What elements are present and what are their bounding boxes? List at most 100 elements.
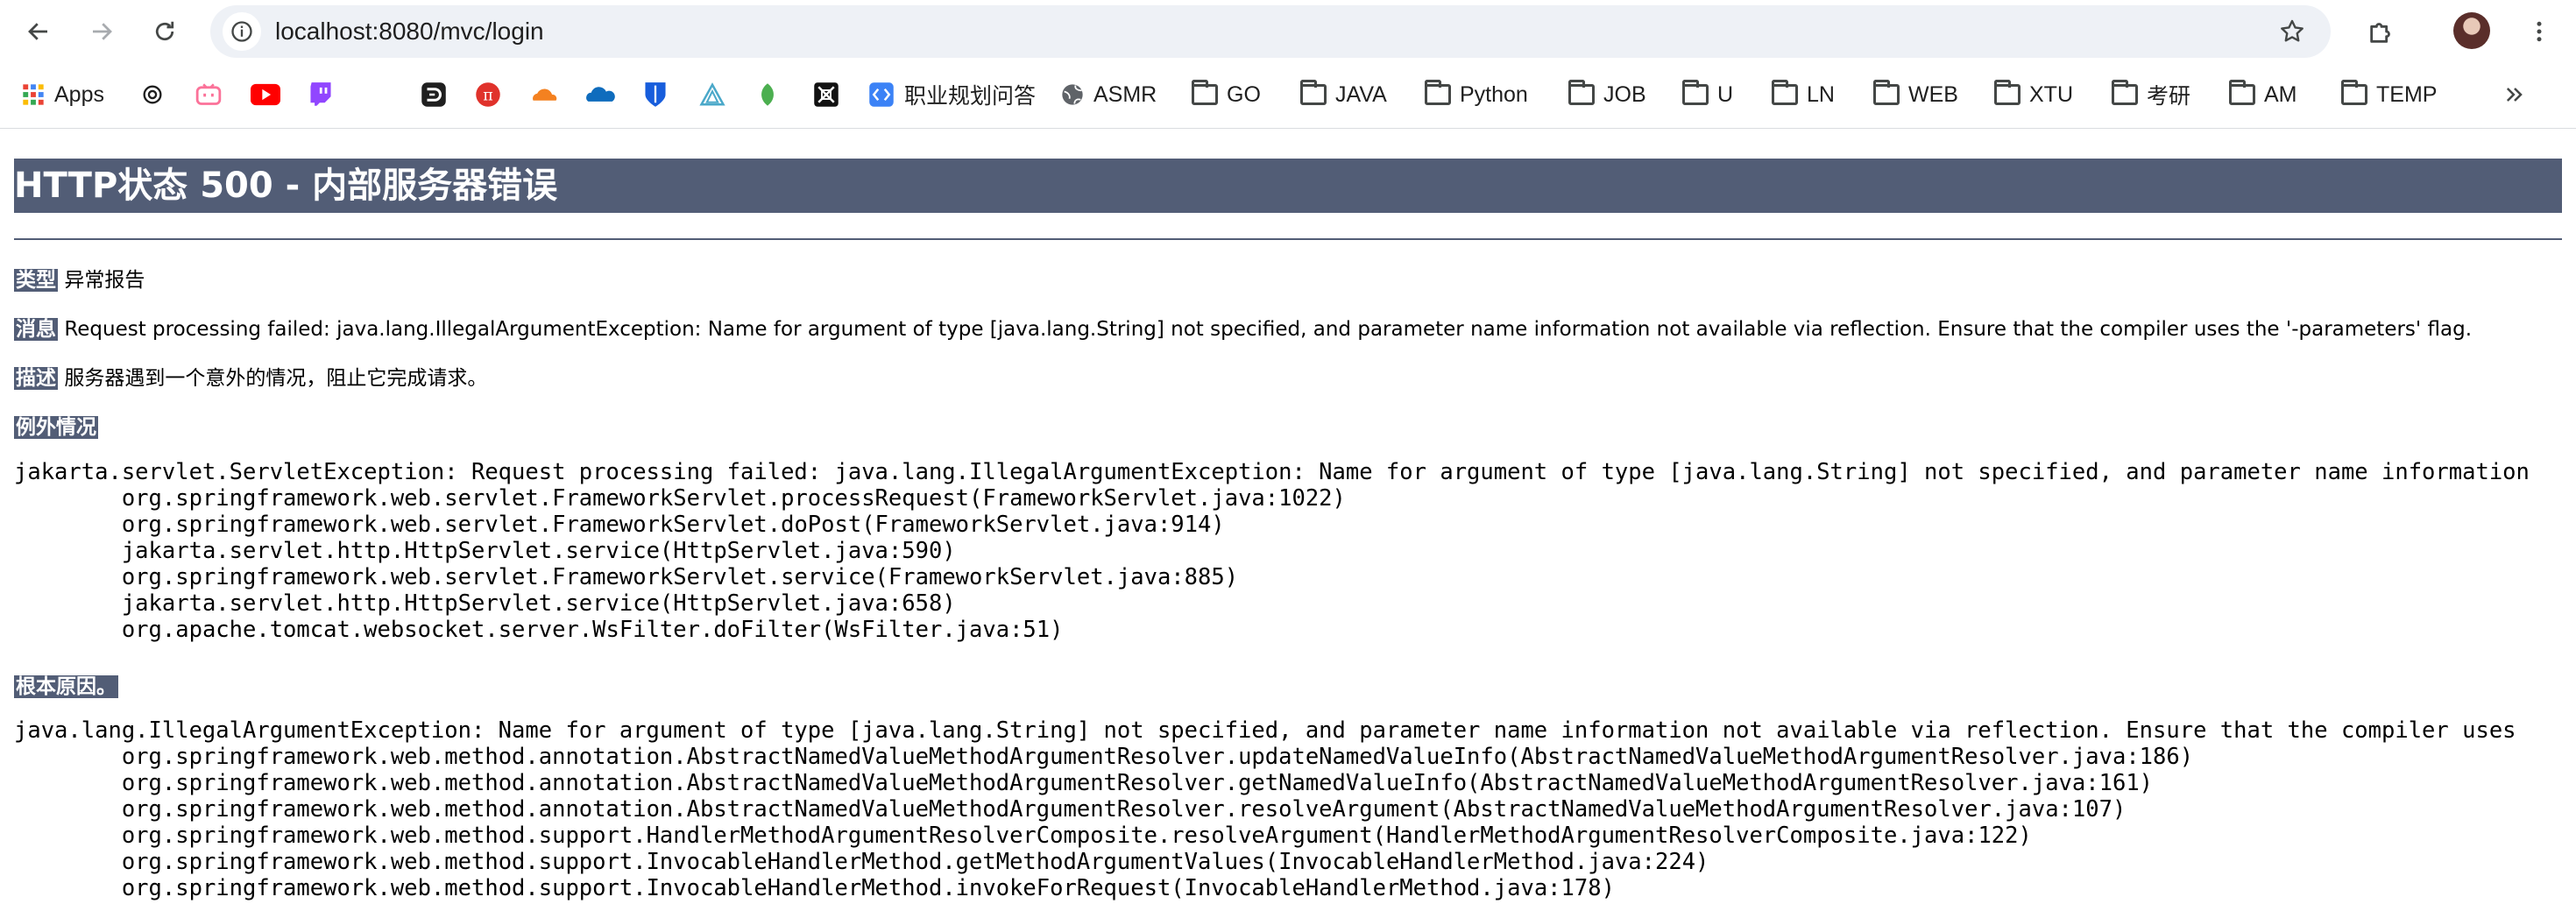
root-cause-stack-trace: java.lang.IllegalArgumentException: Name… (14, 717, 2516, 901)
folder-icon (1300, 80, 1327, 105)
bookmark-label: Python (1460, 81, 1528, 107)
dash-icon (421, 82, 446, 107)
grid-app-icon (814, 82, 839, 107)
profile-avatar[interactable] (2453, 12, 2490, 49)
folder-icon (1873, 80, 1900, 105)
bookmark-leaf[interactable] (755, 75, 780, 114)
bookmark-bitwarden[interactable] (643, 75, 668, 114)
bookmark-folder-kaoyan[interactable]: 考研 (2112, 75, 2190, 114)
double-chevron-right-icon (2506, 88, 2523, 102)
bookmark-label: JOB (1603, 81, 1646, 107)
folder-icon (2112, 80, 2138, 105)
star-icon (2281, 19, 2304, 42)
triangle-icon (699, 82, 725, 106)
address-bar[interactable]: localhost:8080/mvc/login (210, 5, 2331, 58)
bookmark-folder-xtu[interactable]: XTU (1994, 75, 2073, 114)
folder-icon (1568, 80, 1595, 105)
pi-icon: π (476, 82, 500, 107)
svg-text:π: π (483, 87, 493, 104)
more-vert-icon (2537, 21, 2542, 42)
chrome-menu-button[interactable] (2520, 12, 2558, 51)
bookmark-asmr[interactable]: ASMR (1060, 75, 1157, 114)
description-value: 服务器遇到一个意外的情况，阻止它完成请求。 (64, 367, 488, 390)
bookmark-folder-ln[interactable]: LN (1772, 75, 1835, 114)
divider (14, 238, 2562, 240)
forward-button[interactable] (82, 12, 121, 51)
bookmark-pi[interactable]: π (475, 75, 501, 114)
bookmark-label: LN (1807, 81, 1835, 107)
site-info-button[interactable] (223, 12, 261, 51)
reload-icon (155, 21, 174, 41)
bookmark-star-button[interactable] (2273, 12, 2311, 51)
back-button[interactable] (19, 12, 58, 51)
code-bracket-icon (869, 82, 894, 107)
exception-stack-trace: jakarta.servlet.ServletException: Reques… (14, 459, 2530, 643)
bilibili-icon (195, 83, 222, 105)
type-label: 类型 (14, 269, 58, 292)
info-icon (231, 21, 252, 42)
bookmark-grid-app[interactable] (813, 75, 839, 114)
bookmarks-bar: Apps π 职业规划问答 ASMR GO JAVA Python JOB U … (0, 63, 2576, 129)
bookmark-label: ASMR (1093, 81, 1157, 107)
folder-icon (1425, 80, 1451, 105)
globe-icon (1062, 84, 1083, 105)
reload-button[interactable] (145, 12, 184, 51)
bookmark-folder-temp[interactable]: TEMP (2341, 75, 2437, 114)
bookmark-folder-am[interactable]: AM (2229, 75, 2297, 114)
arrow-right-icon (93, 23, 112, 40)
bookmark-twitch[interactable] (308, 75, 333, 114)
extensions-button[interactable] (2360, 11, 2403, 53)
type-value: 异常报告 (64, 269, 145, 292)
bookmark-folder-u[interactable]: U (1682, 75, 1733, 114)
youtube-icon (251, 83, 280, 106)
root-cause-label: 根本原因。 (14, 675, 118, 698)
bookmark-label: XTU (2029, 81, 2073, 107)
exception-heading: 例外情况 (14, 410, 98, 440)
error-page: HTTP状态 500 - 内部服务器错误 类型 异常报告 消息 Request … (0, 128, 2576, 904)
twitch-icon (310, 82, 331, 106)
type-row: 类型 异常报告 (14, 263, 145, 293)
bookmark-triangle[interactable] (699, 75, 725, 114)
bookmark-youtube[interactable] (251, 75, 280, 114)
message-label: 消息 (14, 318, 58, 341)
bookmark-label: 考研 (2147, 84, 2191, 109)
folder-icon (2229, 80, 2255, 105)
bookmark-folder-java[interactable]: JAVA (1300, 75, 1387, 114)
bookmark-apps[interactable]: Apps (21, 75, 104, 114)
bookmark-label: AM (2264, 81, 2297, 107)
bookmark-career-qa[interactable]: 职业规划问答 (867, 75, 1036, 114)
openai-icon (143, 85, 162, 104)
arrow-left-icon (28, 23, 47, 40)
bookmark-dash[interactable] (421, 75, 447, 114)
cloudflare-icon (533, 88, 557, 101)
folder-icon (1682, 80, 1709, 105)
bookmark-openai[interactable] (140, 75, 165, 114)
description-row: 描述 服务器遇到一个意外的情况，阻止它完成请求。 (14, 361, 487, 391)
message-row: 消息 Request processing failed: java.lang.… (14, 312, 2472, 342)
url-text[interactable]: localhost:8080/mvc/login (275, 5, 544, 58)
bitwarden-icon (645, 82, 666, 107)
bookmark-folder-job[interactable]: JOB (1568, 75, 1646, 114)
folder-icon (1994, 80, 2020, 105)
exception-label: 例外情况 (14, 416, 98, 439)
bookmark-folder-python[interactable]: Python (1425, 75, 1528, 114)
bookmark-label: JAVA (1335, 81, 1387, 107)
bookmark-folder-go[interactable]: GO (1192, 75, 1261, 114)
folder-icon (2341, 80, 2367, 105)
bookmark-cloudflare[interactable] (529, 75, 559, 114)
bookmark-bilibili[interactable] (195, 75, 223, 114)
bookmark-folder-web[interactable]: WEB (1873, 75, 1958, 114)
leaf-icon (761, 83, 774, 106)
bookmark-onedrive[interactable] (585, 75, 615, 114)
folder-icon (1192, 80, 1218, 105)
bookmark-label: 职业规划问答 (904, 84, 1037, 109)
root-cause-heading: 根本原因。 (14, 669, 118, 699)
browser-toolbar: localhost:8080/mvc/login (0, 0, 2576, 63)
page-title: HTTP状态 500 - 内部服务器错误 (14, 159, 2562, 213)
puzzle-icon (2370, 23, 2390, 43)
bookmark-label: WEB (1908, 81, 1958, 107)
bookmark-label: GO (1227, 81, 1261, 107)
onedrive-icon (586, 87, 615, 102)
apps-grid-icon (23, 84, 44, 105)
bookmarks-overflow-button[interactable] (2495, 75, 2534, 114)
